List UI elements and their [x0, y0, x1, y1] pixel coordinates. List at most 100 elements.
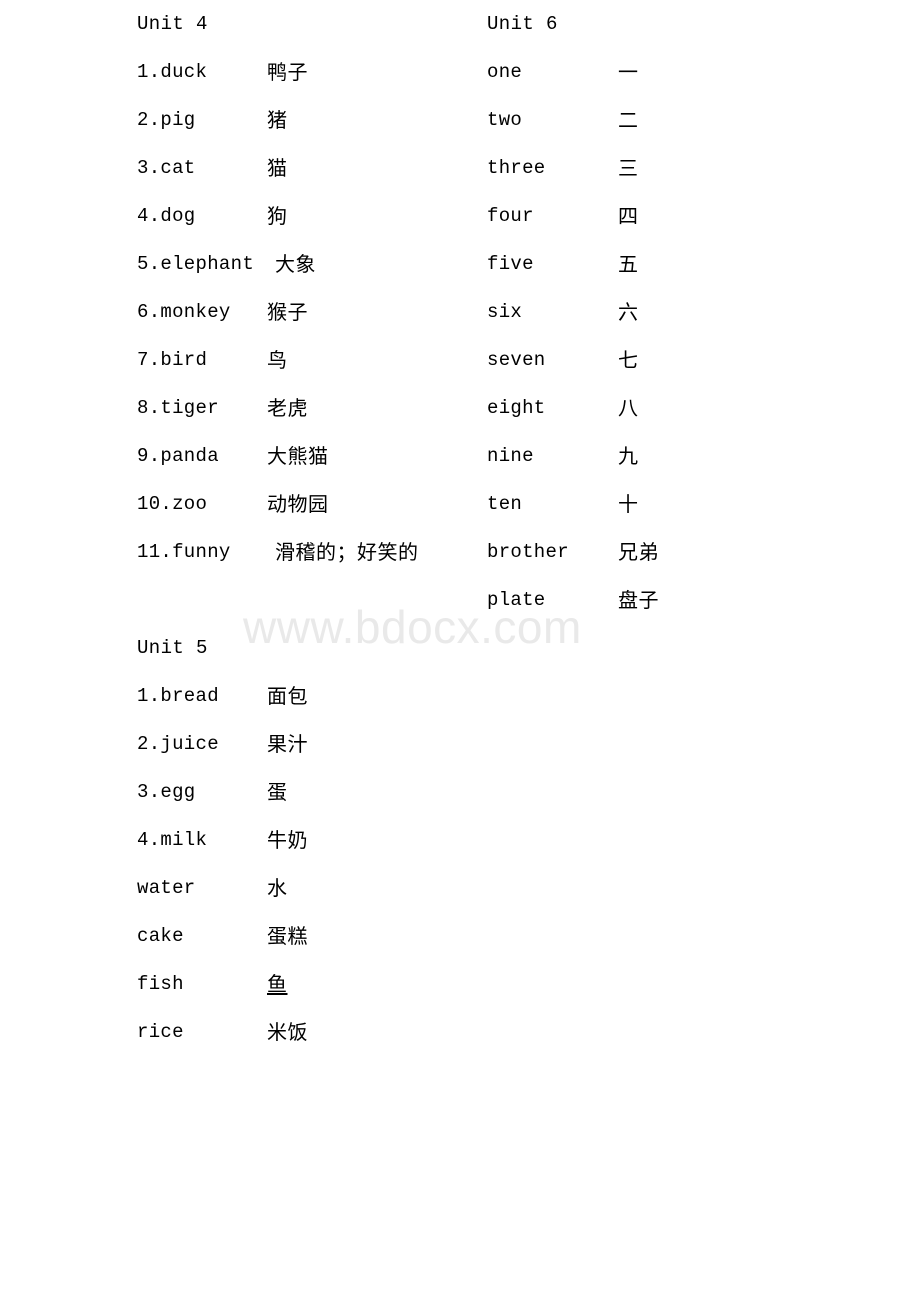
vocabulary-entry: four 四 [487, 192, 787, 240]
vocabulary-entry: rice 米饭 [137, 1008, 467, 1056]
entry-gloss: 猪 [267, 108, 288, 132]
vocabulary-entry: 2.pig 猪 [137, 96, 467, 144]
entry-term: 7.bird [137, 349, 208, 371]
vocabulary-entry: 10.zoo 动物园 [137, 480, 467, 528]
entry-term: 5.elephant [137, 253, 255, 275]
entry-gloss: 狗 [267, 204, 288, 228]
entry-gloss: 米饭 [267, 1020, 308, 1044]
entry-gloss: 蛋糕 [267, 924, 308, 948]
entry-gloss: 滑稽的；好笑的 [275, 540, 419, 564]
unit-block: Unit 6 one 一 two 二 three 三 four 四 five 五 six 六 seven 七… [487, 0, 787, 624]
vocabulary-entry: 4.milk 牛奶 [137, 816, 467, 864]
vocabulary-column-right: Unit 6 one 一 two 二 three 三 four 四 five 五 six 六 seven 七… [487, 0, 787, 624]
entry-term: three [487, 157, 546, 179]
unit-heading: Unit 4 [137, 13, 208, 35]
entry-gloss: 猴子 [267, 300, 308, 324]
entry-gloss: 六 [618, 300, 639, 324]
vocabulary-entry: nine 九 [487, 432, 787, 480]
vocabulary-entry: 11.funny 滑稽的；好笑的 [137, 528, 467, 576]
entry-gloss: 蛋 [267, 780, 288, 804]
entry-term: 10.zoo [137, 493, 208, 515]
entry-term: nine [487, 445, 534, 467]
vocabulary-entry: cake 蛋糕 [137, 912, 467, 960]
entry-gloss: 老虎 [267, 396, 308, 420]
vocabulary-entry: 1.duck 鸭子 [137, 48, 467, 96]
entry-gloss: 兄弟 [618, 540, 659, 564]
entry-term: 4.milk [137, 829, 208, 851]
entry-gloss: 大象 [275, 252, 316, 276]
entry-gloss: 一 [618, 60, 639, 84]
unit-spacer [137, 576, 467, 624]
entry-term: seven [487, 349, 546, 371]
entry-term: one [487, 61, 523, 83]
vocabulary-entry: 9.panda 大熊猫 [137, 432, 467, 480]
vocabulary-entry: 8.tiger 老虎 [137, 384, 467, 432]
entry-gloss: 大熊猫 [267, 444, 329, 468]
unit-heading: Unit 6 [487, 13, 558, 35]
vocabulary-entry: 7.bird 鸟 [137, 336, 467, 384]
entry-term: cake [137, 925, 184, 947]
entry-gloss: 动物园 [267, 492, 329, 516]
entry-term: brother [487, 541, 569, 563]
entry-term: eight [487, 397, 546, 419]
entry-term: ten [487, 493, 523, 515]
entry-term: 9.panda [137, 445, 219, 467]
entry-term: rice [137, 1021, 184, 1043]
vocabulary-entry: brother 兄弟 [487, 528, 787, 576]
entry-gloss: 九 [618, 444, 639, 468]
entry-gloss: 鸭子 [267, 60, 308, 84]
entry-term: 4.dog [137, 205, 196, 227]
entry-gloss: 猫 [267, 156, 288, 180]
vocabulary-entry: five 五 [487, 240, 787, 288]
entry-gloss: 三 [618, 156, 639, 180]
vocabulary-entry: two 二 [487, 96, 787, 144]
entry-gloss: 果汁 [267, 732, 308, 756]
entry-gloss: 牛奶 [267, 828, 308, 852]
entry-term: 11.funny [137, 541, 231, 563]
entry-gloss: 十 [618, 492, 639, 516]
entry-term: plate [487, 589, 546, 611]
entry-term: 8.tiger [137, 397, 219, 419]
unit-block: Unit 4 1.duck 鸭子 2.pig 猪 3.cat 猫 4.dog 狗 5.elepha… [137, 0, 467, 576]
entry-term: 2.pig [137, 109, 196, 131]
vocabulary-entry: fish 鱼 [137, 960, 467, 1008]
entry-term: five [487, 253, 534, 275]
vocabulary-entry: eight 八 [487, 384, 787, 432]
entry-term: 2.juice [137, 733, 219, 755]
entry-term: 3.cat [137, 157, 196, 179]
vocabulary-entry: three 三 [487, 144, 787, 192]
entry-gloss: 七 [618, 348, 639, 372]
vocabulary-entry: one 一 [487, 48, 787, 96]
entry-gloss: 盘子 [618, 588, 659, 612]
vocabulary-entry: 5.elephant 大象 [137, 240, 467, 288]
entry-term: four [487, 205, 534, 227]
entry-gloss: 二 [618, 108, 639, 132]
vocabulary-entry: six 六 [487, 288, 787, 336]
entry-gloss: 四 [618, 204, 639, 228]
vocabulary-column-left: Unit 4 1.duck 鸭子 2.pig 猪 3.cat 猫 4.dog 狗 5.elepha… [137, 0, 467, 1056]
entry-term: fish [137, 973, 184, 995]
entry-gloss: 鱼 [267, 972, 288, 996]
entry-gloss: 八 [618, 396, 639, 420]
vocabulary-entry: 2.juice 果汁 [137, 720, 467, 768]
entry-gloss: 面包 [267, 684, 308, 708]
unit-heading: Unit 5 [137, 637, 208, 659]
entry-gloss: 鸟 [267, 348, 288, 372]
entry-gloss: 水 [267, 876, 288, 900]
entry-term: 1.bread [137, 685, 219, 707]
entry-gloss: 五 [618, 252, 639, 276]
vocabulary-entry: ten 十 [487, 480, 787, 528]
entry-term: six [487, 301, 523, 323]
unit-block: Unit 5 1.bread 面包 2.juice 果汁 3.egg 蛋 4.milk 牛奶 wa… [137, 624, 467, 1056]
entry-term: two [487, 109, 523, 131]
entry-term: 6.monkey [137, 301, 231, 323]
vocabulary-entry: 6.monkey 猴子 [137, 288, 467, 336]
entry-term: 3.egg [137, 781, 196, 803]
entry-term: water [137, 877, 196, 899]
entry-term: 1.duck [137, 61, 208, 83]
vocabulary-entry: 3.egg 蛋 [137, 768, 467, 816]
vocabulary-entry: 3.cat 猫 [137, 144, 467, 192]
vocabulary-entry: water 水 [137, 864, 467, 912]
vocabulary-entry: seven 七 [487, 336, 787, 384]
vocabulary-entry: 1.bread 面包 [137, 672, 467, 720]
